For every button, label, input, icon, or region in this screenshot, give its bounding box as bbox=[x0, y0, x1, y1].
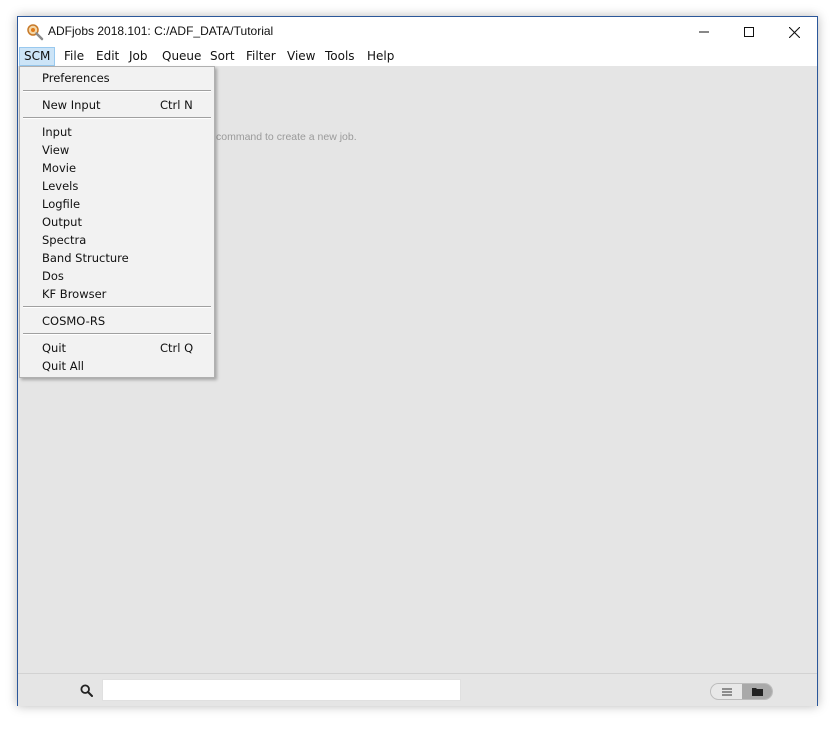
menu-item-label: Output bbox=[42, 215, 82, 229]
menu-filter[interactable]: Filter bbox=[242, 47, 280, 66]
menu-item-preferences[interactable]: Preferences bbox=[20, 69, 214, 87]
menu-bar: SCM File Edit Job Queue Sort Filter View… bbox=[18, 47, 817, 66]
menu-view[interactable]: View bbox=[283, 47, 319, 66]
menu-item-label: Dos bbox=[42, 269, 64, 283]
maximize-icon bbox=[744, 27, 754, 37]
menu-item-view[interactable]: View bbox=[20, 141, 214, 159]
menu-item-label: New Input bbox=[42, 98, 101, 112]
menu-item-label: Quit All bbox=[42, 359, 84, 373]
menu-file[interactable]: File bbox=[60, 47, 88, 66]
menu-item-kf-browser[interactable]: KF Browser bbox=[20, 285, 214, 303]
menu-item-quit-all[interactable]: Quit All bbox=[20, 357, 214, 375]
close-icon bbox=[788, 26, 800, 38]
menu-separator bbox=[23, 117, 211, 119]
search-input[interactable] bbox=[102, 679, 461, 701]
menu-item-label: Spectra bbox=[42, 233, 87, 247]
menu-edit[interactable]: Edit bbox=[92, 47, 123, 66]
app-logo-icon bbox=[27, 24, 44, 41]
maximize-button[interactable] bbox=[726, 17, 772, 47]
view-toggle[interactable] bbox=[710, 683, 773, 700]
menu-item-label: Logfile bbox=[42, 197, 81, 211]
menu-item-logfile[interactable]: Logfile bbox=[20, 195, 214, 213]
minimize-icon bbox=[699, 31, 709, 33]
menu-item-label: Input bbox=[42, 125, 72, 139]
menu-item-label: Movie bbox=[42, 161, 77, 175]
menu-sort[interactable]: Sort bbox=[206, 47, 239, 66]
close-button[interactable] bbox=[771, 17, 817, 47]
window-title: ADFjobs 2018.101: C:/ADF_DATA/Tutorial bbox=[48, 24, 274, 38]
menu-item-label: Preferences bbox=[42, 71, 110, 85]
menu-separator bbox=[23, 90, 211, 92]
menu-item-label: Levels bbox=[42, 179, 79, 193]
list-view-button[interactable] bbox=[711, 684, 742, 699]
menu-separator bbox=[23, 306, 211, 308]
folder-icon bbox=[752, 688, 763, 696]
menu-item-label: KF Browser bbox=[42, 287, 107, 301]
menu-item-shortcut: Ctrl Q bbox=[160, 341, 194, 355]
menu-item-label: Band Structure bbox=[42, 251, 129, 265]
menu-item-cosmo-rs[interactable]: COSMO-RS bbox=[20, 312, 214, 330]
menu-queue[interactable]: Queue bbox=[158, 47, 205, 66]
empty-hint-text: command to create a new job. bbox=[216, 131, 357, 143]
menu-help[interactable]: Help bbox=[363, 47, 398, 66]
minimize-button[interactable] bbox=[681, 17, 727, 47]
menu-item-band-structure[interactable]: Band Structure bbox=[20, 249, 214, 267]
menu-separator bbox=[23, 333, 211, 335]
menu-item-label: COSMO-RS bbox=[42, 314, 106, 328]
menu-scm[interactable]: SCM bbox=[19, 47, 56, 66]
menu-item-label: Quit bbox=[42, 341, 67, 355]
menu-item-output[interactable]: Output bbox=[20, 213, 214, 231]
menu-item-spectra[interactable]: Spectra bbox=[20, 231, 214, 249]
menu-item-new-input[interactable]: New Input Ctrl N bbox=[20, 96, 214, 114]
scm-dropdown-menu: Preferences New Input Ctrl N Input View … bbox=[19, 66, 215, 378]
list-icon bbox=[721, 688, 732, 695]
folder-view-button[interactable] bbox=[742, 684, 772, 699]
bottom-toolbar bbox=[18, 673, 817, 706]
title-bar[interactable]: ADFjobs 2018.101: C:/ADF_DATA/Tutorial bbox=[18, 17, 817, 47]
menu-tools[interactable]: Tools bbox=[321, 47, 359, 66]
menu-item-quit[interactable]: Quit Ctrl Q bbox=[20, 339, 214, 357]
menu-item-label: View bbox=[42, 143, 70, 157]
menu-item-input[interactable]: Input bbox=[20, 123, 214, 141]
menu-job[interactable]: Job bbox=[125, 47, 152, 66]
menu-item-dos[interactable]: Dos bbox=[20, 267, 214, 285]
menu-item-levels[interactable]: Levels bbox=[20, 177, 214, 195]
menu-item-shortcut: Ctrl N bbox=[160, 98, 193, 112]
search-icon bbox=[80, 684, 93, 697]
menu-item-movie[interactable]: Movie bbox=[20, 159, 214, 177]
